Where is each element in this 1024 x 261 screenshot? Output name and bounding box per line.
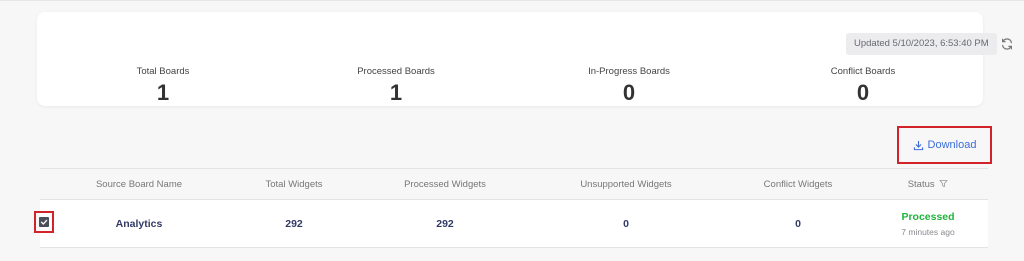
stat-label: Processed Boards [357,66,435,77]
header-total-widgets: Total Widgets [265,179,323,190]
stat-total-boards: Total Boards 1 [63,66,263,105]
header-conflict-widgets: Conflict Widgets [763,179,833,190]
cell-status: Processed 7 minutes ago [888,200,968,248]
table-row[interactable]: Analytics 292 292 0 0 Processed 7 minute… [34,200,988,248]
cell-unsupported-widgets: 0 [623,218,629,230]
migration-dashboard: Updated 5/10/2023, 6:53:40 PM Total Boar… [0,0,1024,261]
cell-total-widgets: 292 [285,218,303,230]
status-timestamp: 7 minutes ago [901,227,955,237]
refresh-icon[interactable] [1000,37,1014,51]
stat-label: Conflict Boards [830,66,896,77]
row-select-checkbox[interactable] [34,211,54,233]
table-header: Source Board Name Total Widgets Processe… [40,168,988,200]
cell-processed-widgets: 292 [436,218,454,230]
status-badge: Processed [901,211,955,223]
header-status: Status [888,169,968,200]
filter-icon[interactable] [939,179,948,188]
download-icon [913,140,923,150]
stat-label: Total Boards [136,66,190,77]
check-icon [40,219,48,225]
stat-conflict-boards: Conflict Boards 0 [763,66,963,105]
download-label: Download [927,139,977,151]
stat-value: 0 [856,80,870,105]
stat-value: 1 [389,80,403,105]
stat-in-progress-boards: In-Progress Boards 0 [529,66,729,105]
updated-timestamp: Updated 5/10/2023, 6:53:40 PM [846,33,997,55]
stat-label: In-Progress Boards [588,66,670,77]
stat-processed-boards: Processed Boards 1 [296,66,496,105]
cell-conflict-widgets: 0 [795,218,801,230]
boards-table: Source Board Name Total Widgets Processe… [34,168,988,248]
stat-value: 1 [156,80,170,105]
summary-card: Updated 5/10/2023, 6:53:40 PM Total Boar… [37,12,1012,106]
header-source-board-name: Source Board Name [95,179,183,190]
header-unsupported-widgets: Unsupported Widgets [580,179,672,190]
header-processed-widgets: Processed Widgets [404,179,486,190]
top-divider [0,0,1024,1]
download-button[interactable]: Download [897,126,992,164]
header-status-label: Status [907,179,935,190]
stat-value: 0 [622,80,636,105]
cell-board-name[interactable]: Analytics [59,200,219,248]
checkbox-checked [39,217,49,227]
